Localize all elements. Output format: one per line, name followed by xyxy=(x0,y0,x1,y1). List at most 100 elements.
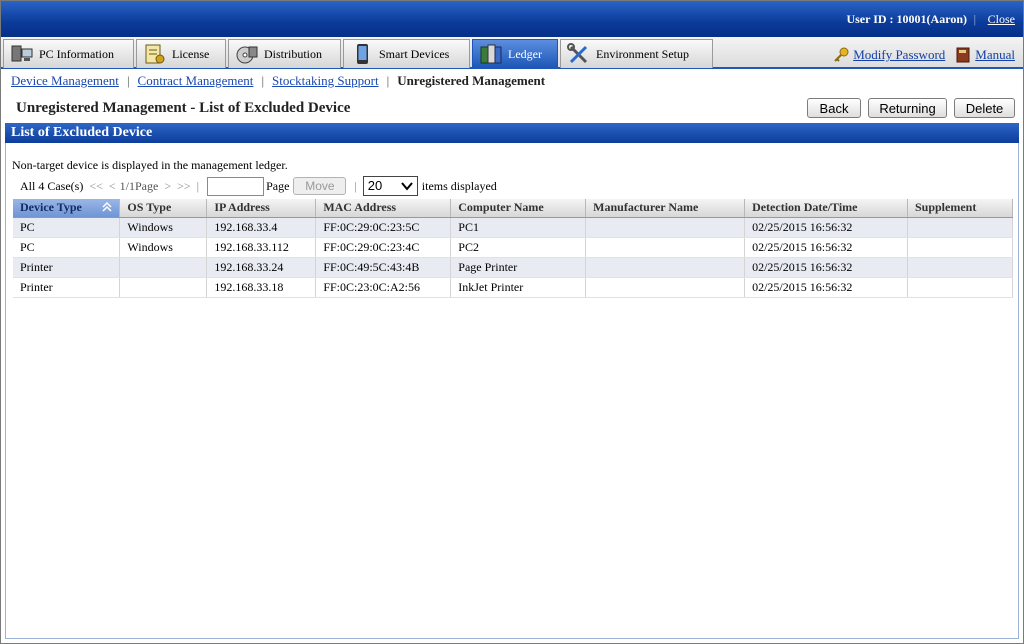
column-header-detection-date-time[interactable]: Detection Date/Time xyxy=(744,199,908,218)
items-displayed-label: items displayed xyxy=(421,178,497,193)
page-label: Page xyxy=(266,178,290,193)
tab-label: Smart Devices xyxy=(379,46,450,61)
table-row[interactable]: Printer 192.168.33.24 FF:0C:49:5C:43:4B … xyxy=(13,257,1014,278)
tab-label: License xyxy=(172,46,210,61)
next-page-link[interactable]: > xyxy=(164,179,171,194)
cell-os-type: Windows xyxy=(119,217,208,238)
table-row[interactable]: PC Windows 192.168.33.4 FF:0C:29:0C:23:5… xyxy=(13,217,1014,238)
subnav-separator: | xyxy=(261,72,265,88)
pager-separator: | xyxy=(196,178,200,193)
cell-computer-name: Page Printer xyxy=(450,257,587,278)
cell-detection-date-time: 02/25/2015 16:56:32 xyxy=(744,277,908,298)
cell-manufacturer-name xyxy=(585,217,746,238)
move-button[interactable]: Move xyxy=(293,177,347,195)
manual-book-icon xyxy=(955,47,971,63)
column-header-device-type[interactable]: Device Type xyxy=(13,199,121,218)
prev-page-link[interactable]: < xyxy=(109,179,116,194)
section-note: Non-target device is displayed in the ma… xyxy=(12,158,288,172)
column-header-mac-address[interactable]: MAC Address xyxy=(315,199,452,218)
cell-os-type xyxy=(119,257,208,278)
cell-mac-address: FF:0C:49:5C:43:4B xyxy=(315,257,452,278)
pager: All 4 Case(s) << < 1/1Page > >> | Page M… xyxy=(20,176,497,196)
tab-distribution[interactable]: Distribution xyxy=(228,39,341,68)
subnav-separator: | xyxy=(386,72,390,88)
table-header-row: Device Type OS Type IP Address MAC Addre… xyxy=(13,199,1014,218)
cell-computer-name: PC2 xyxy=(450,237,587,258)
cell-mac-address: FF:0C:29:0C:23:5C xyxy=(315,217,452,238)
returning-button[interactable]: Returning xyxy=(868,98,947,118)
cell-computer-name: InkJet Printer xyxy=(450,277,587,298)
subnav-separator: | xyxy=(126,72,130,88)
cell-supplement xyxy=(907,277,1014,298)
top-bar-separator: | xyxy=(973,12,976,26)
cell-ip-address: 192.168.33.4 xyxy=(206,217,317,238)
tab-license[interactable]: License xyxy=(136,39,226,68)
cell-ip-address: 192.168.33.112 xyxy=(206,237,317,258)
cell-device-type: Printer xyxy=(13,257,121,278)
total-count: All 4 Case(s) xyxy=(20,178,84,193)
page-number-input[interactable] xyxy=(207,176,265,196)
section-header: List of Excluded Device xyxy=(5,123,1019,143)
user-id-label: User ID : 10001(Aaron) xyxy=(846,12,967,26)
close-link[interactable]: Close xyxy=(988,12,1015,27)
main-tabs: PC Information License Distribution Smar… xyxy=(1,37,1023,69)
subnav-current-unregistered-management: Unregistered Management xyxy=(397,72,546,88)
subnav-contract-management[interactable]: Contract Management xyxy=(138,73,254,89)
items-per-page-select[interactable]: 20 xyxy=(362,176,418,196)
cell-detection-date-time: 02/25/2015 16:56:32 xyxy=(744,237,908,258)
column-header-manufacturer-name[interactable]: Manufacturer Name xyxy=(585,199,746,218)
cell-mac-address: FF:0C:23:0C:A2:56 xyxy=(315,277,452,298)
page-header: Unregistered Management - List of Exclud… xyxy=(1,95,1023,121)
cell-os-type xyxy=(119,277,208,298)
cell-device-type: PC xyxy=(13,217,121,238)
header-links: Modify Password Manual xyxy=(833,47,1015,63)
cell-manufacturer-name xyxy=(585,237,746,258)
pager-separator: | xyxy=(354,178,357,193)
cell-supplement xyxy=(907,217,1014,238)
column-header-supplement[interactable]: Supplement xyxy=(907,199,1014,218)
cell-ip-address: 192.168.33.18 xyxy=(206,277,317,298)
table-row[interactable]: Printer 192.168.33.18 FF:0C:23:0C:A2:56 … xyxy=(13,277,1014,298)
distribution-icon xyxy=(235,43,259,65)
column-header-computer-name[interactable]: Computer Name xyxy=(450,199,587,218)
cell-manufacturer-name xyxy=(585,257,746,278)
key-icon xyxy=(833,47,849,63)
cell-supplement xyxy=(907,237,1014,258)
excluded-device-table: Device Type OS Type IP Address MAC Addre… xyxy=(13,199,1014,298)
column-header-os-type[interactable]: OS Type xyxy=(119,199,208,218)
chevron-down-icon xyxy=(400,179,414,193)
tab-environment-setup[interactable]: Environment Setup xyxy=(560,39,713,68)
tab-ledger[interactable]: Ledger xyxy=(472,39,558,68)
tab-label: PC Information xyxy=(39,46,114,61)
cell-detection-date-time: 02/25/2015 16:56:32 xyxy=(744,217,908,238)
sort-ascending-icon xyxy=(101,201,113,213)
manual-link[interactable]: Manual xyxy=(975,47,1015,63)
tab-label: Distribution xyxy=(264,46,323,61)
cell-supplement xyxy=(907,257,1014,278)
column-header-label: Device Type xyxy=(20,200,82,215)
cell-mac-address: FF:0C:29:0C:23:4C xyxy=(315,237,452,258)
modify-password-link[interactable]: Modify Password xyxy=(853,47,945,63)
subnav-stocktaking-support[interactable]: Stocktaking Support xyxy=(272,73,379,89)
tools-icon xyxy=(567,43,591,65)
tab-smart-devices[interactable]: Smart Devices xyxy=(343,39,470,68)
table-row[interactable]: PC Windows 192.168.33.112 FF:0C:29:0C:23… xyxy=(13,237,1014,258)
cell-manufacturer-name xyxy=(585,277,746,298)
last-page-link[interactable]: >> xyxy=(177,179,191,194)
cell-computer-name: PC1 xyxy=(450,217,587,238)
subnav-device-management[interactable]: Device Management xyxy=(11,73,119,89)
tab-pc-information[interactable]: PC Information xyxy=(3,39,134,68)
back-button[interactable]: Back xyxy=(807,98,861,118)
cell-detection-date-time: 02/25/2015 16:56:32 xyxy=(744,257,908,278)
cell-device-type: Printer xyxy=(13,277,121,298)
tab-label: Ledger xyxy=(508,46,542,61)
sub-navigation: Device Management | Contract Management … xyxy=(1,69,1023,92)
cell-device-type: PC xyxy=(13,237,121,258)
ledger-icon xyxy=(479,43,503,65)
column-header-ip-address[interactable]: IP Address xyxy=(206,199,317,218)
cell-os-type: Windows xyxy=(119,237,208,258)
first-page-link[interactable]: << xyxy=(89,179,103,194)
delete-button[interactable]: Delete xyxy=(954,98,1015,118)
page-title: Unregistered Management - List of Exclud… xyxy=(16,100,351,116)
tab-label: Environment Setup xyxy=(596,46,689,61)
